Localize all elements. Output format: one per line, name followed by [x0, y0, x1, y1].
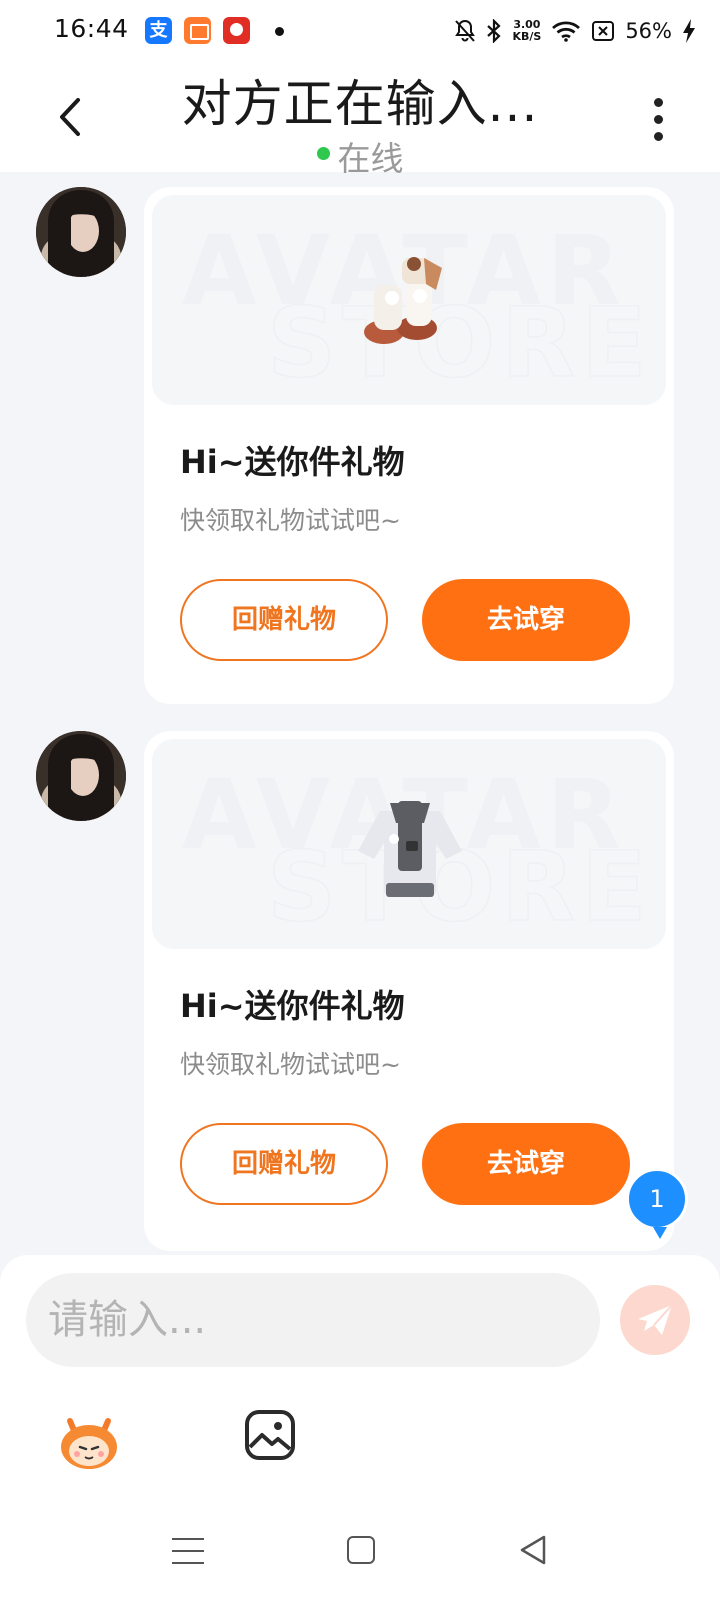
menu-line-icon	[172, 1538, 204, 1540]
return-gift-button[interactable]: 回赠礼物	[180, 1123, 388, 1205]
gift-card: AVATAR STORE Hi~送你件礼物 快领取礼物试试吧~ 回赠礼物 去试穿	[144, 187, 674, 704]
more-dot-icon	[653, 115, 663, 124]
status-icons: 3.00 KB/S 56%	[454, 14, 696, 48]
net-speed: 3.00 KB/S	[512, 19, 541, 43]
status-time: 16:44	[54, 14, 129, 43]
book-app-icon	[184, 17, 211, 44]
net-speed-unit: KB/S	[512, 30, 542, 43]
gift-subtitle: 快领取礼物试试吧~	[180, 506, 401, 535]
bluetooth-icon	[487, 19, 502, 43]
image-picker-button[interactable]	[244, 1409, 296, 1461]
avatar-photo	[36, 187, 126, 277]
message-input[interactable]	[26, 1273, 600, 1367]
chat-title: 对方正在输入...	[181, 75, 539, 133]
more-dot-icon	[653, 98, 663, 107]
triangle-back-icon	[520, 1535, 546, 1565]
gift-jacket-image	[358, 801, 462, 897]
mute-bell-icon	[455, 19, 476, 42]
try-on-button[interactable]: 去试穿	[422, 1123, 630, 1205]
unread-count-badge[interactable]: 1	[626, 1168, 688, 1239]
send-button[interactable]	[620, 1285, 690, 1355]
online-status: 在线	[0, 132, 720, 180]
chat-header: 对方正在输入... 在线	[0, 62, 720, 178]
avatar-store-watermark: STORE	[266, 286, 653, 400]
sender-avatar[interactable]	[36, 187, 126, 277]
try-on-button[interactable]: 去试穿	[422, 579, 630, 661]
menu-line-icon	[172, 1562, 204, 1564]
gift-boots-image	[364, 257, 442, 344]
online-dot-icon	[316, 146, 330, 160]
gift-title: Hi~送你件礼物	[180, 443, 405, 481]
pdd-app-icon	[223, 17, 250, 44]
mascot-emoji-icon	[61, 1418, 117, 1469]
nav-menu-button[interactable]	[172, 1538, 204, 1566]
nav-back-button[interactable]	[518, 1534, 548, 1566]
charging-icon	[683, 19, 695, 43]
status-bar: 16:44 支 3.00 KB/S 56%	[0, 0, 720, 62]
more-dot-icon	[653, 132, 663, 141]
image-icon	[245, 1410, 295, 1460]
send-plane-icon	[638, 1304, 673, 1335]
online-status-text: 在线	[337, 139, 404, 178]
avatar-photo	[36, 731, 126, 821]
more-options-button[interactable]	[648, 98, 668, 142]
gift-card: AVATAR STORE Hi~送你件礼物 快领取礼物试试吧~ 回赠礼物 去试穿	[144, 731, 674, 1251]
emoji-mascot-button[interactable]	[56, 1407, 122, 1473]
nav-home-button[interactable]	[347, 1536, 375, 1564]
gift-image: AVATAR STORE	[152, 195, 666, 405]
gift-image: AVATAR STORE	[152, 739, 666, 949]
wifi-icon	[552, 21, 581, 42]
no-sim-icon	[592, 21, 615, 41]
chat-screen: 16:44 支 3.00 KB/S 56% 对方正在输入... 在线 AVATA…	[0, 0, 720, 1600]
menu-line-icon	[172, 1550, 204, 1552]
gift-subtitle: 快领取礼物试试吧~	[180, 1050, 401, 1079]
return-gift-button[interactable]: 回赠礼物	[180, 579, 388, 661]
battery-percent: 56%	[625, 19, 672, 43]
sender-avatar[interactable]	[36, 731, 126, 821]
gift-title: Hi~送你件礼物	[180, 987, 405, 1025]
alipay-icon: 支	[145, 17, 172, 44]
notification-dot-icon	[275, 27, 284, 36]
